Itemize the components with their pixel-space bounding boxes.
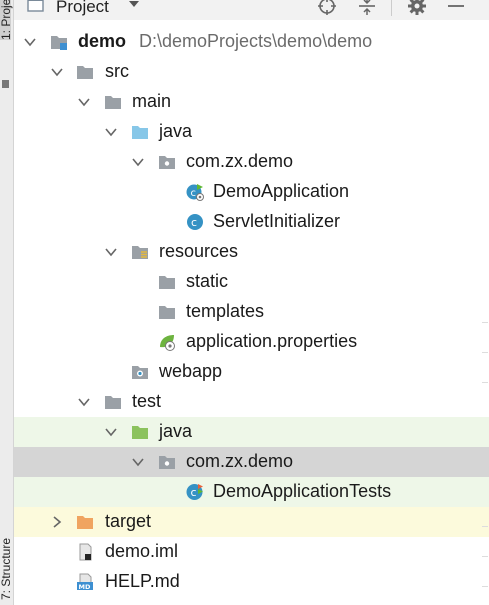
chevron-down-icon[interactable] bbox=[130, 454, 146, 470]
folder-icon bbox=[105, 396, 121, 409]
chevron-down-icon[interactable] bbox=[130, 154, 146, 170]
source-folder-icon bbox=[132, 126, 148, 139]
project-panel-header: Project bbox=[14, 0, 489, 20]
tree-row-src[interactable]: src bbox=[14, 57, 489, 87]
editor-edge-mark bbox=[482, 382, 488, 383]
tree-row-test[interactable]: test bbox=[14, 387, 489, 417]
tree-label: target bbox=[105, 511, 152, 531]
tree-label: test bbox=[132, 391, 162, 411]
tree-row-webapp[interactable]: webapp bbox=[14, 357, 489, 387]
module-name: demo bbox=[78, 31, 126, 52]
folder-icon bbox=[159, 306, 175, 319]
chevron-down-icon[interactable] bbox=[128, 0, 140, 9]
folder-icon bbox=[77, 66, 93, 79]
tree-label: static bbox=[186, 271, 229, 291]
test-class-icon: c bbox=[186, 484, 203, 500]
module-folder-icon bbox=[51, 36, 67, 50]
package-icon bbox=[159, 456, 175, 469]
tree-row-application-properties[interactable]: application.properties bbox=[14, 327, 489, 357]
test-source-folder-icon bbox=[132, 426, 148, 439]
project-tool-tab[interactable]: 1: Project bbox=[0, 0, 13, 40]
editor-edge-mark bbox=[482, 556, 488, 557]
tree-row-resources[interactable]: resources bbox=[14, 237, 489, 267]
root-name: demo bbox=[78, 31, 127, 51]
chevron-down-icon[interactable] bbox=[103, 244, 119, 260]
tree-label: HELP.md bbox=[105, 571, 180, 591]
tree-row-templates[interactable]: templates bbox=[14, 297, 489, 327]
module-path: D:\demoProjects\demo\demo bbox=[139, 31, 373, 51]
tree-label: templates bbox=[186, 301, 265, 321]
collapse-all-icon[interactable] bbox=[357, 0, 377, 16]
excluded-folder-icon bbox=[77, 516, 93, 529]
tree-label: application.properties bbox=[186, 331, 358, 351]
editor-edge-mark bbox=[482, 526, 488, 527]
chevron-right-icon[interactable] bbox=[49, 514, 65, 530]
minimize-icon[interactable] bbox=[446, 0, 466, 16]
folder-icon bbox=[159, 276, 175, 289]
tree-row-test-package[interactable]: com.zx.demo bbox=[14, 447, 489, 477]
tree-label: com.zx.demo bbox=[186, 451, 294, 471]
iml-file-icon bbox=[79, 543, 92, 561]
class-icon: c bbox=[187, 214, 203, 230]
spring-boot-class-icon: c bbox=[186, 184, 204, 201]
structure-tool-tab[interactable]: 7: Structure bbox=[0, 490, 13, 600]
tree-row-demo-application-tests[interactable]: c DemoApplicationTests bbox=[14, 477, 489, 507]
chevron-down-icon[interactable] bbox=[22, 34, 38, 50]
locate-icon[interactable] bbox=[317, 0, 337, 16]
resources-folder-icon bbox=[132, 246, 148, 259]
package-icon bbox=[159, 156, 175, 169]
folder-icon bbox=[105, 96, 121, 109]
left-tool-strip: 1: Project 7: Structure bbox=[0, 0, 14, 605]
markdown-file-icon: MD bbox=[77, 573, 93, 591]
chevron-down-icon[interactable] bbox=[49, 64, 65, 80]
tree-label: main bbox=[132, 91, 172, 111]
editor-edge-mark bbox=[482, 322, 488, 323]
tree-label: com.zx.demo bbox=[186, 151, 294, 171]
chevron-down-icon[interactable] bbox=[76, 94, 92, 110]
tree-row-main-java[interactable]: java bbox=[14, 117, 489, 147]
header-separator bbox=[391, 0, 392, 16]
tree-label: webapp bbox=[159, 361, 223, 381]
tree-row-servlet-initializer[interactable]: c ServletInitializer bbox=[14, 207, 489, 237]
tree-row-static[interactable]: static bbox=[14, 267, 489, 297]
chevron-down-icon[interactable] bbox=[103, 124, 119, 140]
tree-label: ServletInitializer bbox=[213, 211, 341, 231]
gear-icon[interactable] bbox=[407, 0, 427, 16]
spring-properties-icon bbox=[160, 335, 175, 351]
tree-label: DemoApplication bbox=[213, 181, 350, 201]
tree-row-target[interactable]: target bbox=[14, 507, 489, 537]
tree-label: resources bbox=[159, 241, 239, 261]
web-folder-icon bbox=[132, 366, 148, 379]
tree-row-main-package[interactable]: com.zx.demo bbox=[14, 147, 489, 177]
project-view-selector[interactable]: Project bbox=[56, 0, 109, 17]
svg-text:c: c bbox=[191, 188, 197, 199]
editor-edge-mark bbox=[482, 586, 488, 587]
tree-label: DemoApplicationTests bbox=[213, 481, 392, 501]
project-view-icon bbox=[27, 0, 44, 12]
tree-row-demo-iml[interactable]: demo.iml bbox=[14, 537, 489, 567]
tree-label: src bbox=[105, 61, 129, 81]
tree-label: java bbox=[159, 121, 193, 141]
tree-row-main[interactable]: main bbox=[14, 87, 489, 117]
tree-row-demo-application[interactable]: c DemoApplication bbox=[14, 177, 489, 207]
svg-text:MD: MD bbox=[79, 583, 91, 591]
chevron-down-icon[interactable] bbox=[76, 394, 92, 410]
chevron-down-icon[interactable] bbox=[103, 424, 119, 440]
tree-label: demo.iml bbox=[105, 541, 179, 561]
tree-label: java bbox=[159, 421, 193, 441]
tool-tab-marker bbox=[2, 80, 9, 88]
svg-text:c: c bbox=[191, 216, 197, 229]
tree-row-demo[interactable]: demo D:\demoProjects\demo\demo bbox=[14, 27, 489, 57]
tree-row-test-java[interactable]: java bbox=[14, 417, 489, 447]
tree-row-help-md[interactable]: MD HELP.md bbox=[14, 567, 489, 597]
editor-edge-mark bbox=[482, 352, 488, 353]
svg-text:c: c bbox=[191, 486, 197, 499]
